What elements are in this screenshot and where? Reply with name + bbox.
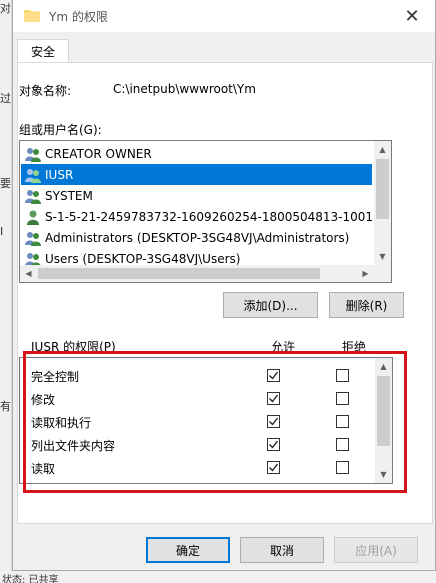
users-group-icon — [25, 168, 41, 183]
permission-row: 列出文件夹内容 — [20, 433, 375, 456]
background-text-fragment: 过 — [0, 92, 11, 105]
remove-button[interactable]: 删除(R) — [329, 292, 404, 318]
list-item[interactable]: Administrators (DESKTOP-3SG48VJ\Administ… — [21, 227, 372, 248]
scroll-thumb[interactable] — [376, 159, 389, 219]
list-item-label: SYSTEM — [45, 188, 93, 203]
background-text-fragment: 对 — [0, 2, 11, 15]
permission-row: 写入 — [20, 479, 375, 484]
allow-checkbox[interactable] — [267, 438, 280, 451]
scroll-corner — [374, 265, 391, 282]
object-name-value: C:\inetpub\wwwroot\Ym — [113, 82, 256, 96]
allow-column-header: 允许 — [271, 340, 296, 354]
deny-checkbox[interactable] — [336, 415, 349, 428]
title-bar[interactable]: Ym 的权限 ✕ — [13, 0, 435, 32]
permission-name: 完全控制 — [31, 370, 80, 384]
list-item[interactable]: S-1-5-21-2459783732-1609260254-180050481… — [21, 206, 374, 227]
scroll-right-icon[interactable]: ▶ — [357, 265, 374, 282]
scroll-left-icon[interactable]: ◀ — [20, 265, 37, 282]
scroll-up-icon[interactable]: ▲ — [375, 358, 392, 375]
permission-row: 修改 — [20, 387, 375, 410]
close-icon: ✕ — [404, 5, 420, 27]
permission-row: 读取和执行 — [20, 410, 375, 433]
list-item-label: Administrators (DESKTOP-3SG48VJ\Administ… — [45, 230, 350, 245]
deny-column-header: 拒绝 — [342, 340, 367, 354]
permission-name: 读取和执行 — [31, 416, 92, 430]
list-item-label: CREATOR OWNER — [45, 146, 152, 161]
permissions-list: 完全控制 修改 读取和执行 列出文件夹内容 读取 写入 ▲ ▼ — [19, 357, 393, 484]
object-name-label: 对象名称: — [19, 84, 72, 98]
list-item-selected[interactable]: IUSR — [21, 164, 372, 185]
window-title: Ym 的权限 — [49, 10, 108, 24]
background-text-fragment: 有 — [0, 400, 11, 413]
users-group-icon — [25, 147, 41, 162]
background-status-text: 状态: 已共享 — [0, 571, 436, 583]
allow-checkbox[interactable] — [267, 415, 280, 428]
horizontal-scrollbar[interactable]: ◀ ▶ — [20, 265, 374, 282]
background-window: 对 过 要 I 有 — [0, 0, 12, 583]
permission-name: 写入 — [31, 483, 55, 484]
users-group-icon — [25, 189, 41, 204]
deny-checkbox[interactable] — [336, 369, 349, 382]
tab-security[interactable]: 安全 — [17, 39, 69, 63]
cancel-button[interactable]: 取消 — [240, 537, 324, 563]
scroll-thumb[interactable] — [38, 268, 320, 279]
background-text-fragment: 要 — [0, 177, 11, 190]
permission-name: 读取 — [31, 462, 56, 476]
list-item-label: IUSR — [45, 167, 74, 182]
close-button[interactable]: ✕ — [389, 0, 435, 32]
scroll-thumb[interactable] — [377, 376, 390, 446]
deny-checkbox[interactable] — [336, 438, 349, 451]
allow-checkbox[interactable] — [267, 392, 280, 405]
add-button[interactable]: 添加(D)... — [223, 292, 318, 318]
permission-name: 修改 — [31, 393, 56, 407]
list-item[interactable]: SYSTEM — [21, 185, 372, 206]
unknown-user-icon — [27, 210, 39, 225]
groups-label: 组或用户名(G): — [19, 123, 102, 137]
scroll-down-icon[interactable]: ▼ — [374, 248, 391, 265]
deny-checkbox[interactable] — [336, 392, 349, 405]
folder-icon — [24, 9, 40, 22]
apply-button[interactable]: 应用(A) — [334, 537, 418, 563]
list-item[interactable]: CREATOR OWNER — [21, 143, 372, 164]
allow-checkbox[interactable] — [267, 369, 280, 382]
list-item-label: Users (DESKTOP-3SG48VJ\Users) — [45, 251, 241, 266]
deny-checkbox[interactable] — [336, 461, 349, 474]
scroll-up-icon[interactable]: ▲ — [374, 141, 391, 158]
permission-row: 读取 — [20, 456, 375, 479]
permission-name: 列出文件夹内容 — [31, 439, 116, 453]
scroll-down-icon[interactable]: ▼ — [375, 466, 392, 483]
allow-checkbox[interactable] — [267, 461, 280, 474]
permissions-scrollbar[interactable]: ▲ ▼ — [375, 358, 392, 483]
users-group-icon — [25, 231, 41, 246]
group-user-list[interactable]: CREATOR OWNER IUSR SYSTEM S-1-5-21-24597… — [19, 140, 392, 283]
permissions-label: IUSR 的权限(P) — [31, 340, 116, 354]
ok-button[interactable]: 确定 — [146, 537, 230, 563]
vertical-scrollbar[interactable]: ▲ ▼ — [374, 141, 391, 265]
list-item-label: S-1-5-21-2459783732-1609260254-180050481… — [45, 209, 374, 224]
permission-row: 完全控制 — [20, 364, 375, 387]
background-text-fragment: I — [0, 225, 4, 238]
